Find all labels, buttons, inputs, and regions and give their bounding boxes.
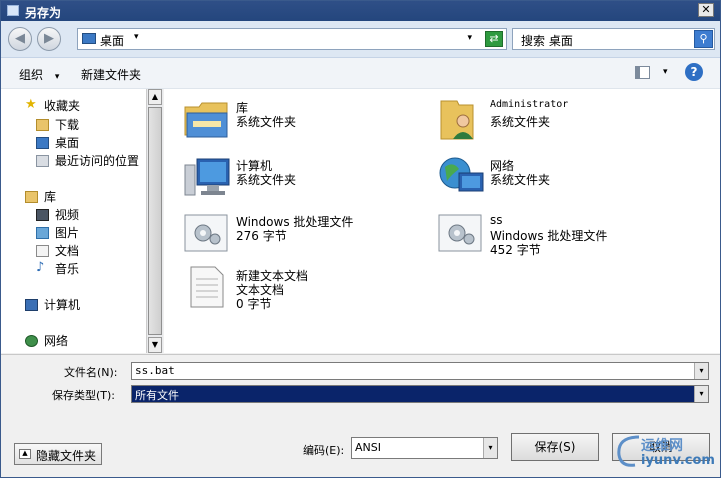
computer-icon xyxy=(184,158,230,196)
navigation-pane: ★ 收藏夹 下载 桌面 最近访问的位置 库 视频 图片 文档 ♪ 音乐 计算机 … xyxy=(1,89,146,353)
watermark-logo: 运维网 iyunv.com xyxy=(613,427,717,475)
desktop-icon xyxy=(82,33,96,44)
file-name: ss xyxy=(490,213,503,227)
network-icon xyxy=(439,157,484,192)
collapse-icon: ▲ xyxy=(19,449,31,459)
close-button[interactable]: ✕ xyxy=(698,3,714,17)
file-item[interactable]: ss Windows 批处理文件 452 字节 xyxy=(437,211,687,257)
sidebar-item-label: 网络 xyxy=(44,334,69,348)
filename-field[interactable]: ss.bat ▾ xyxy=(131,362,709,380)
search-icon[interactable]: ⚲ xyxy=(694,30,713,48)
sidebar-scrollbar[interactable]: ▲ ▼ xyxy=(146,89,163,353)
library-icon xyxy=(25,191,38,203)
file-type: 系统文件夹 xyxy=(236,115,297,129)
history-dropdown-icon[interactable]: ▾ xyxy=(467,33,472,43)
file-type: 系统文件夹 xyxy=(236,173,297,187)
filetype-value: 所有文件 xyxy=(135,389,179,402)
file-size: 0 字节 xyxy=(236,297,272,311)
command-toolbar: 组织 ▾ 新建文件夹 ▾ ? xyxy=(1,58,720,89)
hide-folders-label: 隐藏文件夹 xyxy=(36,449,97,463)
filename-dropdown-icon[interactable]: ▾ xyxy=(694,363,708,379)
download-folder-icon xyxy=(36,119,49,131)
file-type: 系统文件夹 xyxy=(490,115,551,129)
file-list: 库 系统文件夹 Administrator 系统文件夹 计算机 系统文件夹 网络… xyxy=(164,89,720,353)
file-item[interactable]: Windows 批处理文件 276 字节 xyxy=(183,211,433,255)
organize-dropdown-icon: ▾ xyxy=(54,72,60,82)
encoding-value: ANSI xyxy=(355,441,381,454)
file-item[interactable]: 库 系统文件夹 xyxy=(183,97,433,141)
scroll-thumb[interactable] xyxy=(148,107,162,335)
file-item[interactable]: 计算机 系统文件夹 xyxy=(183,155,433,199)
user-folder-icon xyxy=(440,100,474,140)
encoding-label: 编码(E): xyxy=(303,444,345,457)
sidebar-item-label: 图片 xyxy=(55,226,80,240)
encoding-select[interactable]: ANSI ▾ xyxy=(351,437,498,459)
filename-label: 文件名(N): xyxy=(64,366,118,379)
file-size: 452 字节 xyxy=(490,243,541,257)
encoding-dropdown-icon[interactable]: ▾ xyxy=(483,438,497,458)
window-icon xyxy=(7,5,19,16)
filetype-select[interactable]: 所有文件 ▾ xyxy=(131,385,709,403)
refresh-button[interactable]: ⇄ xyxy=(485,31,503,47)
file-name: Administrator xyxy=(490,99,569,110)
hide-folders-button[interactable]: ▲ 隐藏文件夹 xyxy=(14,443,102,465)
text-file-icon xyxy=(190,266,224,308)
filetype-dropdown-icon[interactable]: ▾ xyxy=(694,386,708,402)
scroll-down-button[interactable]: ▼ xyxy=(148,337,162,353)
address-dropdown-icon[interactable]: ▾ xyxy=(134,32,139,42)
sidebar-item-label: 收藏夹 xyxy=(44,99,81,113)
video-icon xyxy=(36,209,49,221)
recent-places-icon xyxy=(36,155,49,167)
sidebar-item-label: 库 xyxy=(44,190,57,204)
navigation-bar: ◀ ▶ 桌面 ▾ ▾ ⇄ 搜索 桌面 ⚲ xyxy=(1,21,720,58)
save-button[interactable]: 保存(S) xyxy=(511,433,599,461)
scroll-up-button[interactable]: ▲ xyxy=(148,89,162,105)
organize-label: 组织 xyxy=(19,68,44,82)
sidebar-item-label: 下载 xyxy=(55,118,80,132)
sidebar-item-label: 音乐 xyxy=(55,262,80,276)
sidebar-item-label: 视频 xyxy=(55,208,80,222)
file-size: 276 字节 xyxy=(236,229,287,243)
file-item[interactable]: 网络 系统文件夹 xyxy=(437,155,687,199)
view-dropdown-icon[interactable]: ▾ xyxy=(663,67,668,77)
window-title: 另存为 xyxy=(25,6,62,20)
music-icon: ♪ xyxy=(36,260,45,275)
picture-icon xyxy=(36,227,49,239)
computer-icon xyxy=(25,299,38,311)
forward-button[interactable]: ▶ xyxy=(37,27,61,51)
network-icon xyxy=(25,335,38,347)
address-bar[interactable]: 桌面 ▾ ▾ ⇄ xyxy=(77,28,507,50)
sidebar-item-label: 计算机 xyxy=(44,298,81,312)
sidebar-item-label: 桌面 xyxy=(55,136,80,150)
search-input[interactable]: 搜索 桌面 ⚲ xyxy=(512,28,715,50)
address-text: 桌面 xyxy=(100,34,125,48)
batch-file-icon xyxy=(438,214,482,252)
new-folder-button[interactable]: 新建文件夹 xyxy=(81,66,141,83)
file-item[interactable]: 新建文本文档 文本文档 0 字节 xyxy=(183,265,433,311)
file-item[interactable]: Administrator 系统文件夹 xyxy=(437,97,687,141)
watermark-text: 运维网 xyxy=(641,438,683,454)
sidebar-item-label: 最近访问的位置 xyxy=(55,154,140,168)
filetype-label: 保存类型(T): xyxy=(52,389,116,402)
desktop-icon xyxy=(36,137,49,149)
title-bar: 另存为 ✕ xyxy=(1,1,720,21)
watermark-url: iyunv.com xyxy=(641,453,715,468)
search-placeholder: 搜索 桌面 xyxy=(521,34,573,48)
organize-button[interactable]: 组织 ▾ xyxy=(19,66,59,83)
help-icon[interactable]: ? xyxy=(685,63,703,81)
library-folder-icon xyxy=(184,102,228,138)
filename-value: ss.bat xyxy=(135,364,175,377)
file-type: 系统文件夹 xyxy=(490,173,551,187)
back-button[interactable]: ◀ xyxy=(8,27,32,51)
view-options-icon[interactable] xyxy=(635,66,650,79)
batch-file-icon xyxy=(184,214,228,252)
document-icon xyxy=(36,245,49,257)
swirl-icon xyxy=(617,435,640,467)
star-icon: ★ xyxy=(25,97,37,112)
save-as-dialog: 另存为 ✕ ◀ ▶ 桌面 ▾ ▾ ⇄ 搜索 桌面 ⚲ 组织 ▾ 新建文件夹 ▾ … xyxy=(0,0,721,478)
sidebar-item-label: 文档 xyxy=(55,244,80,258)
